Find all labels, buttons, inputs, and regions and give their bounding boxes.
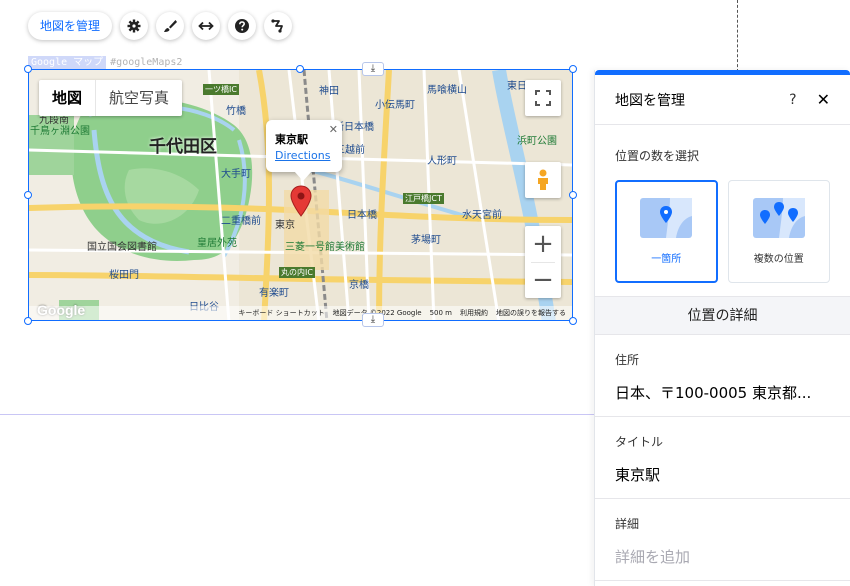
map-label-nijubashi: 二重橋前 (221, 216, 261, 227)
map-label-yurakucho: 有楽町 (259, 288, 289, 299)
help-icon (235, 19, 250, 33)
settings-button[interactable] (120, 12, 149, 40)
guide-line-vertical (737, 0, 738, 72)
map-label-higashinihonbashi: 東日 (507, 81, 527, 92)
details-label: 詳細 (615, 517, 640, 531)
map-info-window: ✕ 東京駅 Directions (266, 120, 342, 181)
multiple-locations-label: 複数の位置 (753, 254, 804, 265)
map-label-marunouchi: 丸の内IC (279, 267, 315, 278)
stretch-handle-top[interactable]: ⤓ (362, 62, 384, 76)
terms-link[interactable]: 利用規約 (460, 308, 488, 318)
close-icon[interactable]: ✕ (817, 90, 830, 109)
map-label-mitsubishi: 三菱一号館美術館 (285, 242, 365, 253)
map-label-kayabacho: 茅場町 (411, 235, 441, 246)
resize-handle-se[interactable] (569, 317, 577, 325)
map-scale[interactable]: 500 m (430, 309, 452, 317)
keyboard-shortcuts-link[interactable]: キーボード ショートカット (238, 308, 324, 318)
map-type-satellite[interactable]: 航空写真 (95, 80, 182, 116)
info-window-close-icon[interactable]: ✕ (329, 123, 338, 136)
brush-icon (164, 20, 178, 32)
section-divider (0, 414, 594, 415)
location-count-label: 位置の数を選択 (615, 149, 700, 163)
map-label-edobashi: 江戸橋JCT (403, 193, 444, 204)
manage-map-button[interactable]: 地図を管理 (28, 12, 113, 40)
resize-handle-ne[interactable] (569, 65, 577, 73)
location-options: 一箇所 複数の位置 (615, 180, 830, 283)
map-label-chiyoda: 千代田区 (149, 137, 217, 157)
zoom-in-button[interactable]: + (525, 226, 561, 262)
fullscreen-button[interactable] (525, 80, 561, 116)
location-count-section: 位置の数を選択 一箇所 複数の位置 (595, 125, 850, 297)
component-label: Google マップ #googleMaps2 (28, 56, 182, 69)
map-type-control: 地図 航空写真 (39, 80, 183, 116)
map-label-suitengu: 水天宮前 (462, 210, 502, 221)
stretch-handle-bottom[interactable]: ⤓ (362, 313, 384, 327)
single-location-option[interactable]: 一箇所 (615, 180, 718, 283)
map-label-kyobashi: 京橋 (349, 280, 369, 291)
map-label-nihonbashi: 日本橋 (347, 210, 377, 221)
single-location-label: 一箇所 (651, 254, 682, 265)
editor-canvas: 地図を管理 Google マップ #googleMaps2 千代田区 千鳥ヶ淵公… (0, 0, 850, 586)
title-label: タイトル (615, 435, 664, 449)
design-button[interactable] (156, 12, 185, 40)
map-label-hamacho: 浜町公園 (517, 136, 557, 147)
map-label-ningyocho: 人形町 (427, 156, 457, 167)
resize-handle-w[interactable] (24, 191, 32, 199)
zoom-divider (531, 262, 555, 263)
multiple-locations-icon (752, 198, 805, 238)
panel-header: 地図を管理 ? ✕ (595, 75, 850, 125)
pegman-icon (538, 169, 548, 190)
address-field[interactable]: 住所 日本、〒100-0005 東京都... (595, 335, 850, 417)
stretch-button[interactable] (192, 12, 221, 40)
component-name: Google マップ (28, 56, 107, 69)
resize-handle-n[interactable] (296, 65, 304, 73)
map-label-kanda: 神田 (319, 86, 339, 97)
map-label-kokkai: 国立国会図書館 (87, 242, 157, 253)
help-button[interactable] (228, 12, 257, 40)
map-label-kodenmacho: 小伝馬町 (375, 100, 415, 111)
floating-toolbar: 地図を管理 (28, 12, 293, 40)
resize-handle-sw[interactable] (24, 317, 32, 325)
stretch-icon (198, 21, 214, 31)
animation-button[interactable] (264, 12, 293, 40)
fullscreen-icon (535, 90, 551, 106)
zoom-control: + − (525, 226, 561, 298)
component-id: #googleMaps2 (110, 57, 183, 68)
map-type-map[interactable]: 地図 (39, 80, 95, 116)
manage-map-panel: 地図を管理 ? ✕ 位置の数を選択 一箇所 複数の位置 位置の詳細 住所 日本、… (594, 70, 850, 586)
map-label-kokyogaien: 皇居外苑 (197, 238, 237, 249)
resize-handle-nw[interactable] (24, 65, 32, 73)
google-map[interactable]: 千代田区 千鳥ヶ淵公園 九段南 一ツ橋IC 竹橋 大手町 二重橋前 皇居外苑 国… (28, 69, 573, 321)
map-label-sakuradamon: 桜田門 (109, 270, 139, 281)
help-icon[interactable]: ? (789, 92, 796, 108)
title-field[interactable]: タイトル 東京駅 (595, 417, 850, 499)
title-value[interactable]: 東京駅 (615, 464, 830, 485)
details-placeholder[interactable]: 詳細を追加 (615, 546, 830, 567)
multiple-locations-option[interactable]: 複数の位置 (727, 180, 830, 283)
details-field[interactable]: 詳細 詳細を追加 (595, 499, 850, 581)
zoom-out-button[interactable]: − (525, 262, 561, 298)
map-label-bakuro: 馬喰横山 (427, 85, 467, 96)
resize-handle-e[interactable] (569, 191, 577, 199)
gear-icon (127, 19, 141, 33)
single-location-icon (640, 198, 693, 238)
panel-title: 地図を管理 (615, 92, 685, 109)
map-label-otemachi: 大手町 (221, 169, 251, 180)
map-label-takebashi: 竹橋 (226, 106, 246, 117)
address-value[interactable]: 日本、〒100-0005 東京都... (615, 382, 830, 403)
map-footer: キーボード ショートカット 地図データ ©2022 Google 500 m 利… (29, 306, 572, 320)
map-label-hitotsubashi: 一ツ橋IC (203, 84, 239, 95)
report-error-link[interactable]: 地図の誤りを報告する (496, 308, 566, 318)
animation-icon (271, 19, 283, 33)
directions-link[interactable]: Directions (275, 149, 342, 162)
map-label-tokyo: 東京 (275, 220, 295, 231)
location-details-header: 位置の詳細 (595, 297, 850, 335)
street-view-button[interactable] (525, 162, 561, 198)
map-pin-icon[interactable] (290, 185, 312, 217)
address-label: 住所 (615, 353, 640, 367)
